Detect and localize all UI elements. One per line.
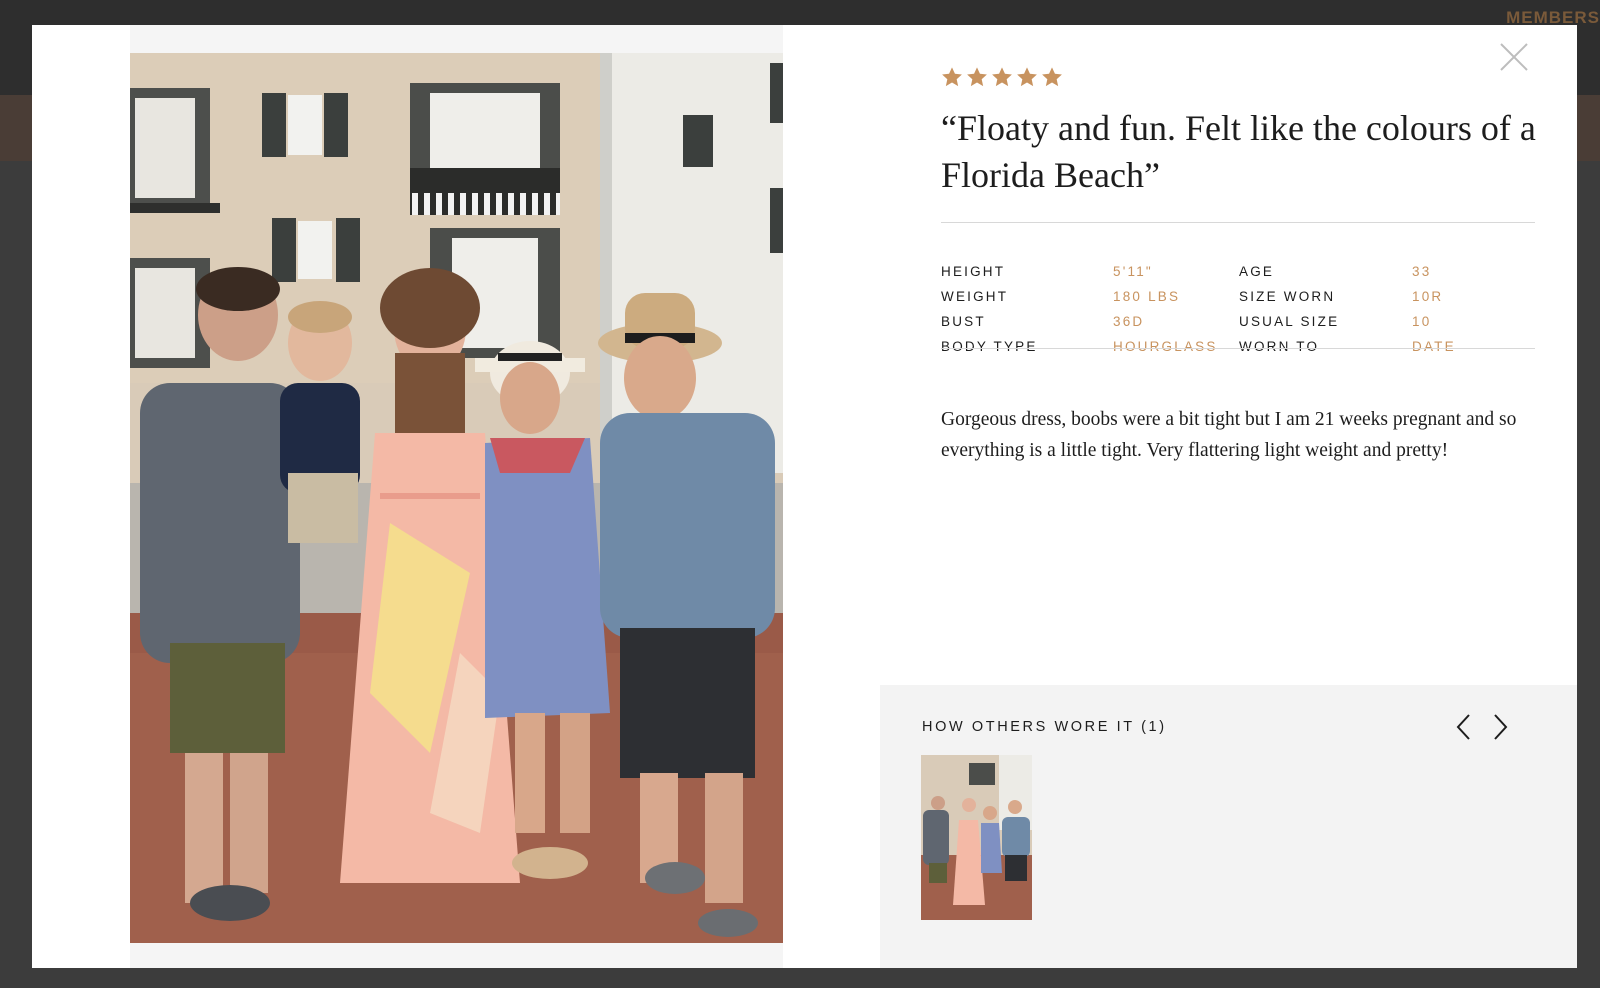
stat-label: SIZE WORN [1239, 289, 1336, 304]
stat-label: HEIGHT [941, 264, 1006, 279]
stat-value: DATE [1412, 339, 1456, 354]
reviewer-stats: HEIGHT 5'11" AGE 33 WEIGHT 180 LBS SIZE … [941, 262, 1535, 362]
review-title: “Floaty and fun. Felt like the colours o… [941, 108, 1536, 195]
star-icon [1042, 67, 1062, 87]
divider-top [941, 222, 1535, 223]
stat-row: HEIGHT 5'11" AGE 33 [941, 262, 1535, 287]
stat-label: BUST [941, 314, 986, 329]
star-icon [942, 67, 962, 87]
stat-row: BUST 36D USUAL SIZE 10 [941, 312, 1535, 337]
review-body: Gorgeous dress, boobs were a bit tight b… [941, 409, 1517, 461]
stat-value: 180 LBS [1113, 289, 1181, 304]
others-thumbnail[interactable] [921, 755, 1032, 920]
stat-label: WEIGHT [941, 289, 1009, 304]
others-title: HOW OTHERS WORE IT (1) [922, 719, 1167, 735]
chevron-left-icon[interactable] [1452, 712, 1476, 742]
stat-row: BODY TYPE HOURGLASS WORN TO DATE [941, 337, 1535, 362]
review-photo-panel [130, 25, 783, 968]
chevron-right-icon[interactable] [1488, 712, 1512, 742]
stat-label: WORN TO [1239, 339, 1320, 354]
stat-row: WEIGHT 180 LBS SIZE WORN 10R [941, 287, 1535, 312]
stat-value: 10R [1412, 289, 1444, 304]
divider-bottom [941, 348, 1535, 349]
stat-label: AGE [1239, 264, 1275, 279]
review-photo [130, 53, 783, 943]
star-rating [941, 66, 1063, 88]
stat-value: 5'11" [1113, 264, 1153, 279]
stat-label: USUAL SIZE [1239, 314, 1340, 329]
stat-value: HOURGLASS [1113, 339, 1218, 354]
how-others-wore-it-section: HOW OTHERS WORE IT (1) [880, 685, 1577, 968]
star-icon [967, 67, 987, 87]
star-icon [1017, 67, 1037, 87]
stat-value: 36D [1113, 314, 1145, 329]
stat-value: 33 [1412, 264, 1432, 279]
stat-value: 10 [1412, 314, 1432, 329]
stat-label: BODY TYPE [941, 339, 1038, 354]
close-icon[interactable] [1497, 40, 1531, 74]
review-modal: “Floaty and fun. Felt like the colours o… [32, 25, 1577, 968]
star-icon [992, 67, 1012, 87]
